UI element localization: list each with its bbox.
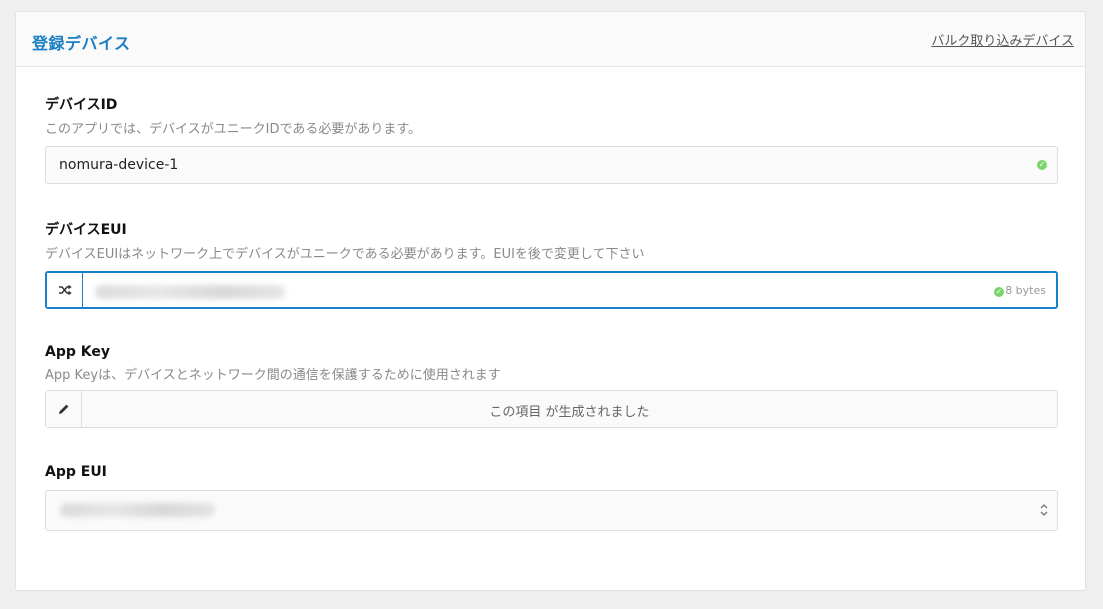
device-id-description: このアプリでは、デバイスがユニークIDである必要があります。 <box>45 122 422 137</box>
app-key-description: App Keyは、デバイスとネットワーク間の通信を保護するために使用されます <box>45 368 501 383</box>
card-header: 登録デバイス バルク取り込みデバイス <box>16 12 1085 67</box>
device-eui-input[interactable]: ✓ 8 bytes <box>45 271 1058 309</box>
device-eui-description: デバイスEUIはネットワーク上でデバイスがユニークである必要があります。EUIを… <box>45 247 645 262</box>
edit-app-key-button[interactable] <box>46 391 82 427</box>
device-id-value: nomura-device-1 <box>59 157 179 173</box>
app-eui-label: App EUI <box>45 464 107 480</box>
pencil-icon <box>58 404 68 414</box>
app-key-input[interactable]: この項目 が生成されました <box>45 390 1058 428</box>
generated-text: この項目 が生成されました <box>489 405 650 420</box>
app-eui-value-blurred <box>60 503 215 517</box>
shuffle-icon <box>58 284 72 296</box>
page-title: 登録デバイス <box>32 34 131 53</box>
check-circle-icon: ✓ <box>1037 160 1047 170</box>
device-eui-label: デバイスEUI <box>45 222 127 238</box>
app-key-field: App Key App Keyは、デバイスとネットワーク間の通信を保護するために… <box>45 344 1058 428</box>
device-eui-field: デバイスEUI デバイスEUIはネットワーク上でデバイスがユニークである必要があ… <box>45 219 1058 309</box>
randomize-eui-button[interactable] <box>47 273 83 307</box>
check-circle-icon: ✓ <box>994 287 1004 297</box>
register-device-card: 登録デバイス バルク取り込みデバイス デバイスID このアプリでは、デバイスがユ… <box>15 11 1086 591</box>
device-id-label: デバイスID <box>45 97 118 113</box>
bulk-import-link[interactable]: バルク取り込みデバイス <box>931 30 1074 49</box>
device-id-input[interactable]: nomura-device-1 ✓ <box>45 146 1058 184</box>
app-eui-field: App EUI <box>45 464 1058 531</box>
app-eui-select[interactable] <box>45 490 1058 531</box>
app-key-label: App Key <box>45 344 110 360</box>
chevron-up-down-icon <box>1040 504 1048 516</box>
device-id-field: デバイスID このアプリでは、デバイスがユニークIDである必要があります。 no… <box>45 94 1058 184</box>
byte-count-label: 8 bytes <box>1005 284 1046 297</box>
device-eui-value-blurred <box>95 285 285 299</box>
